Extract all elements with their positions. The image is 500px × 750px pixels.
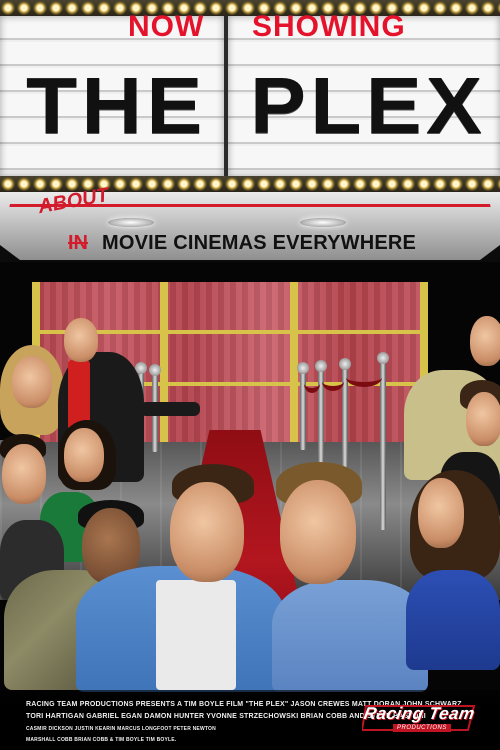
credits-line-3: CASMIR DICKSON JUSTIN KEARIN MARCUS LONG…	[26, 726, 216, 732]
velvet-rope	[304, 374, 320, 393]
stanchion-post	[377, 352, 389, 530]
title-word-plex: PLEX	[250, 61, 487, 150]
tagline-struck-word: IN	[68, 232, 88, 254]
showing-label: SHOWING	[252, 10, 406, 43]
tagline-text: MOVIE CINEMAS EVERYWHERE	[102, 232, 417, 254]
velvet-rope	[322, 372, 344, 391]
marquee-bulbs-top	[0, 0, 500, 16]
title-word-the: THE	[26, 61, 207, 150]
logo-wordmark: Racing Team	[362, 704, 477, 723]
spotlight-icon	[300, 218, 346, 227]
stage-pillar	[160, 282, 168, 442]
now-label: NOW	[128, 10, 205, 43]
velvet-rope	[346, 368, 382, 387]
stage-pillar	[290, 282, 298, 442]
credits-line-4: MARSHALL COBB BRIAN COBB & TIM BOYLE TIM…	[26, 737, 177, 743]
logo-subtitle: PRODUCTIONS	[393, 724, 451, 732]
movie-poster: NOW SHOWING THE PLEX ABOUT IN MOVIE CINE…	[0, 0, 500, 750]
spotlight-icon	[108, 218, 154, 227]
